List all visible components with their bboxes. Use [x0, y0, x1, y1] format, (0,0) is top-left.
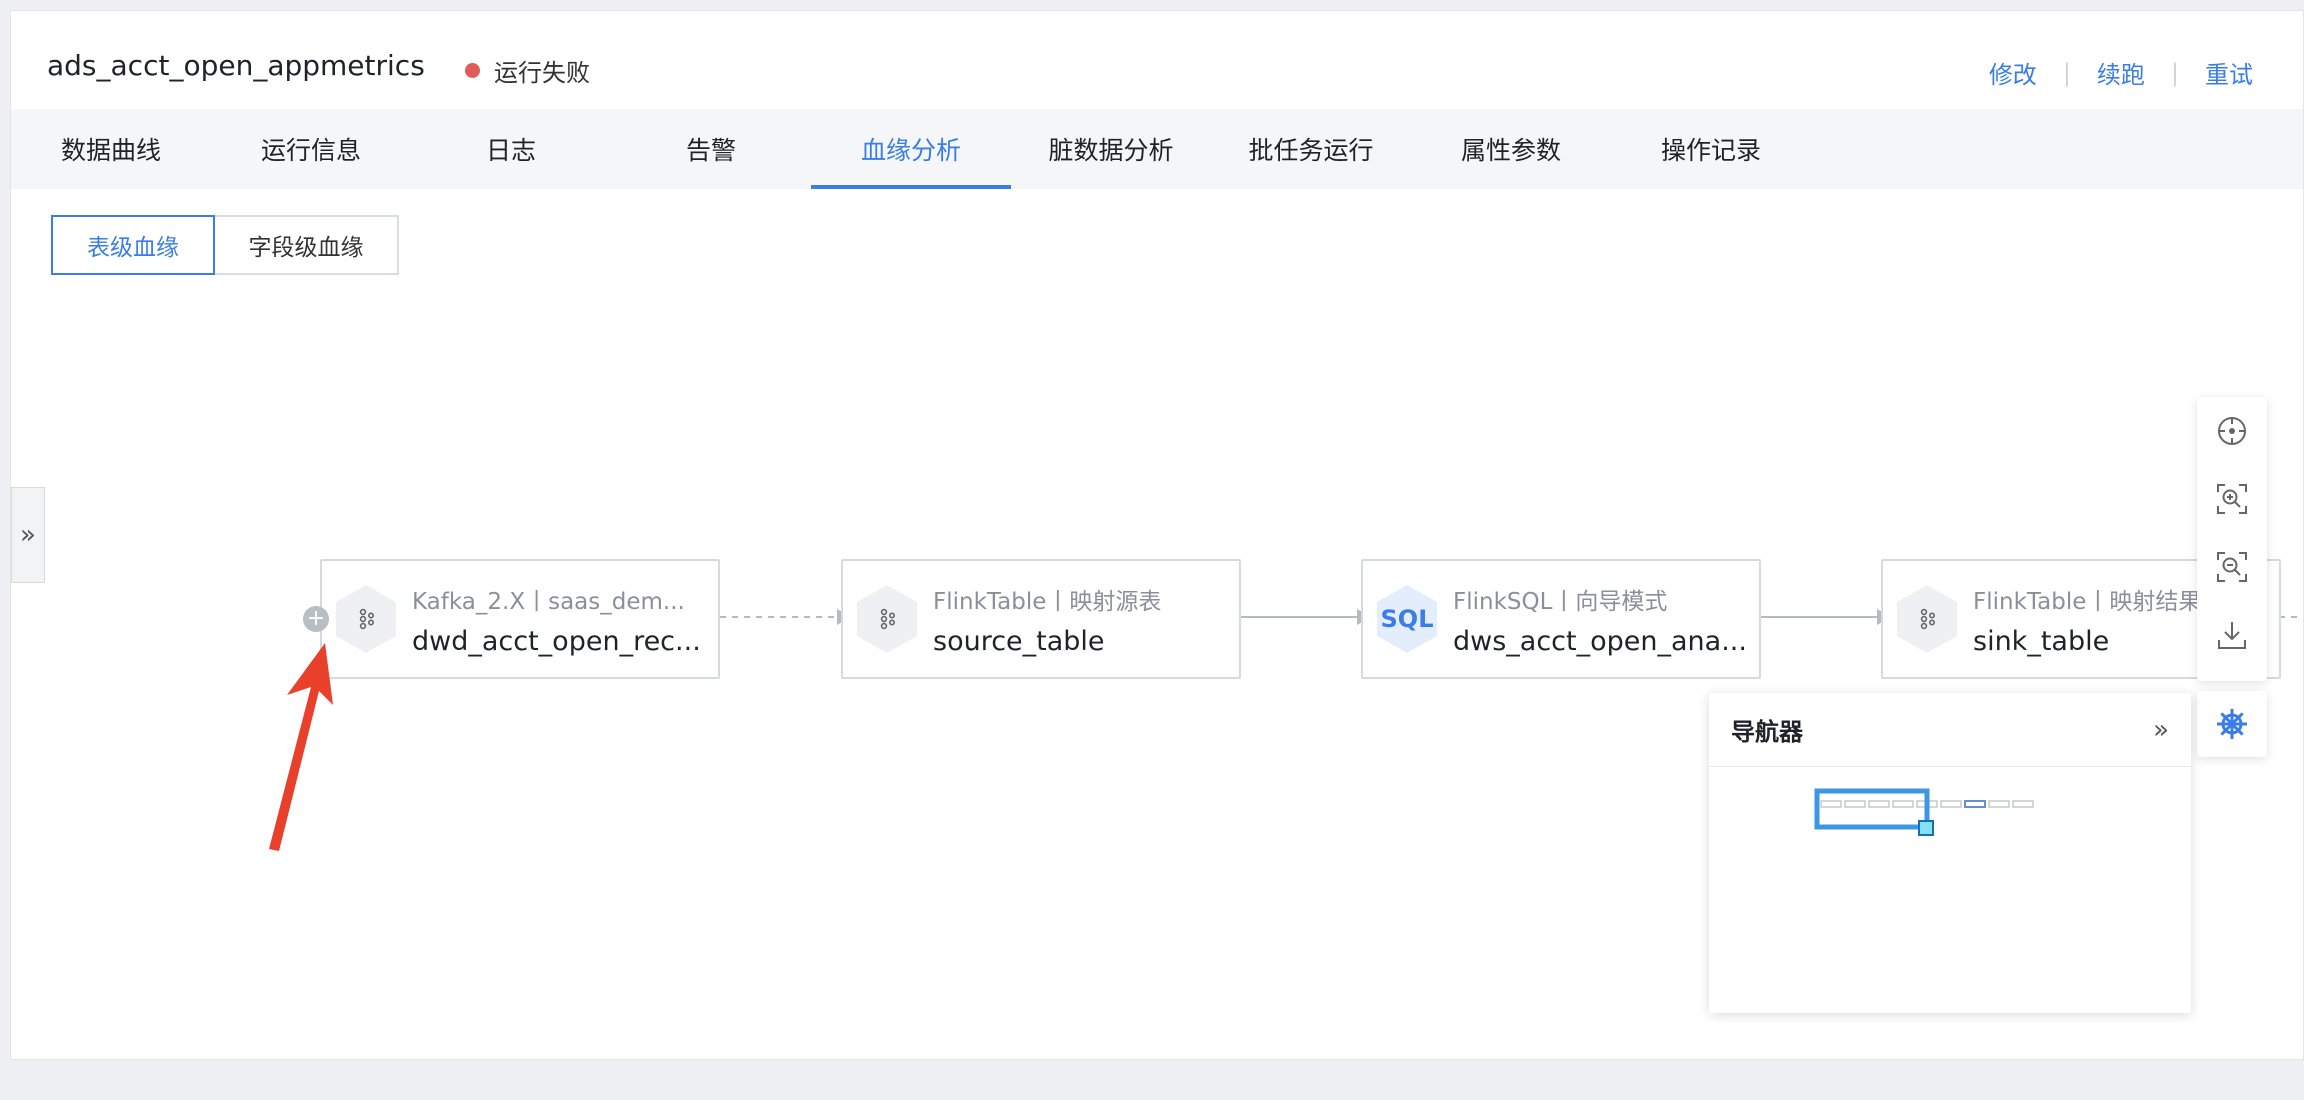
minimap-viewport: [1814, 788, 1930, 830]
download-button[interactable]: [2197, 601, 2267, 669]
zoom-out-icon: [2217, 552, 2247, 582]
minimap-node: [1868, 800, 1890, 808]
helm-icon: [2217, 709, 2247, 739]
locate-icon: [2218, 417, 2246, 445]
minimap-node: [1988, 800, 2010, 808]
minimap-node: [1940, 800, 1962, 808]
download-icon: [2218, 622, 2246, 649]
zoom-out-button[interactable]: [2197, 533, 2267, 601]
annotation-arrow-shape: [269, 643, 333, 851]
minimap-resize-handle: [1918, 820, 1934, 836]
double-chevron-right-icon[interactable]: »: [2153, 715, 2169, 745]
minimap-node: [1892, 800, 1914, 808]
minimap-node: [2012, 800, 2034, 808]
lineage-panel: ads_acct_open_appmetrics 运行失败 修改 | 续跑 | …: [10, 10, 2304, 1060]
minimap-canvas: [1814, 788, 2034, 836]
navigator-header: 导航器 »: [1709, 693, 2191, 767]
navigator-toggle-button[interactable]: [2197, 691, 2267, 757]
locate-button[interactable]: [2197, 397, 2267, 465]
canvas-toolbar: [2197, 397, 2267, 681]
minimap[interactable]: [1709, 767, 2191, 1013]
navigator-title: 导航器: [1731, 718, 1803, 746]
navigator-panel: 导航器 »: [1709, 693, 2191, 1013]
minimap-node: [1964, 800, 1986, 808]
zoom-in-icon: [2217, 484, 2247, 514]
zoom-in-button[interactable]: [2197, 465, 2267, 533]
minimap-node: [1844, 800, 1866, 808]
minimap-node: [1820, 800, 1842, 808]
